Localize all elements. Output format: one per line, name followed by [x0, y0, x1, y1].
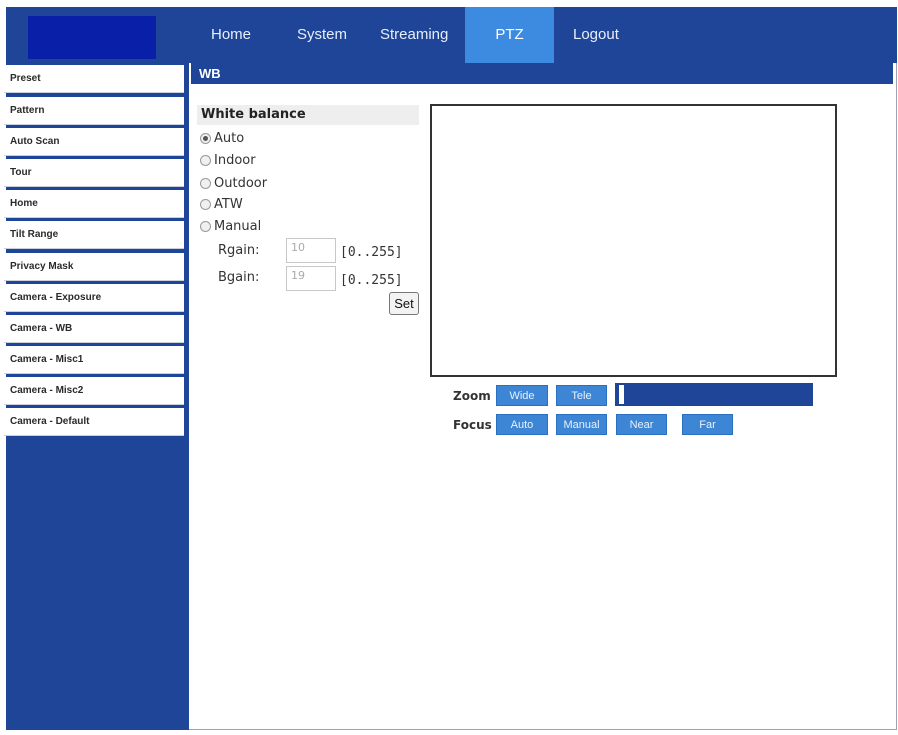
rgain-range: [0..255]	[340, 245, 403, 260]
zoom-tele-button[interactable]: Tele	[556, 385, 607, 406]
sidebar-item-tilt-range[interactable]: Tilt Range	[4, 221, 184, 249]
radio-manual-label: Manual	[214, 218, 262, 234]
sidebar-item-home[interactable]: Home	[4, 190, 184, 218]
sidebar-item-camera-misc1[interactable]: Camera - Misc1	[4, 346, 184, 374]
radio-manual[interactable]: Manual	[200, 216, 261, 236]
zoom-wide-button[interactable]: Wide	[496, 385, 548, 406]
nav-logout[interactable]: Logout	[573, 7, 619, 63]
radio-unchecked-icon	[200, 154, 211, 166]
sidebar-item-pattern[interactable]: Pattern	[4, 97, 184, 125]
radio-indoor-label: Indoor	[214, 152, 256, 168]
focus-near-button[interactable]: Near	[616, 414, 667, 435]
nav-ptz[interactable]: PTZ	[465, 7, 554, 63]
rgain-label: Rgain:	[218, 243, 260, 258]
nav-streaming[interactable]: Streaming	[380, 7, 448, 63]
bgain-label: Bgain:	[218, 270, 260, 285]
set-button[interactable]: Set	[389, 292, 419, 315]
focus-label: Focus	[453, 418, 492, 432]
bgain-range: [0..255]	[340, 273, 403, 288]
radio-unchecked-icon	[200, 177, 211, 189]
focus-manual-button[interactable]: Manual	[556, 414, 607, 435]
radio-outdoor-label: Outdoor	[214, 175, 268, 191]
sidebar-item-camera-exposure[interactable]: Camera - Exposure	[4, 284, 184, 312]
radio-auto-label: Auto	[214, 130, 245, 146]
radio-auto[interactable]: Auto	[200, 128, 244, 148]
radio-indoor[interactable]: Indoor	[200, 150, 256, 170]
nav-system[interactable]: System	[297, 7, 347, 63]
section-title: WB	[191, 63, 893, 84]
radio-outdoor[interactable]: Outdoor	[200, 173, 267, 193]
sidebar-item-camera-default[interactable]: Camera - Default	[4, 408, 184, 436]
sidebar-item-camera-wb[interactable]: Camera - WB	[4, 315, 184, 343]
white-balance-title: White balance	[201, 107, 306, 122]
sidebar-item-tour[interactable]: Tour	[4, 159, 184, 187]
radio-checked-icon	[200, 132, 211, 144]
zoom-label: Zoom	[453, 389, 491, 403]
sidebar-item-privacy-mask[interactable]: Privacy Mask	[4, 253, 184, 281]
radio-atw[interactable]: ATW	[200, 194, 243, 214]
sidebar-item-preset[interactable]: Preset	[4, 65, 184, 93]
radio-unchecked-icon	[200, 220, 211, 232]
radio-atw-label: ATW	[214, 196, 243, 212]
brand-logo	[28, 16, 156, 59]
zoom-slider-handle[interactable]	[619, 385, 624, 404]
zoom-slider[interactable]	[615, 383, 813, 406]
focus-far-button[interactable]: Far	[682, 414, 733, 435]
nav-home[interactable]: Home	[211, 7, 251, 63]
radio-unchecked-icon	[200, 198, 211, 210]
focus-auto-button[interactable]: Auto	[496, 414, 548, 435]
sidebar-item-auto-scan[interactable]: Auto Scan	[4, 128, 184, 156]
rgain-input[interactable]: 10	[286, 238, 336, 263]
video-preview	[430, 104, 837, 377]
sidebar-item-camera-misc2[interactable]: Camera - Misc2	[4, 377, 184, 405]
bgain-input[interactable]: 19	[286, 266, 336, 291]
